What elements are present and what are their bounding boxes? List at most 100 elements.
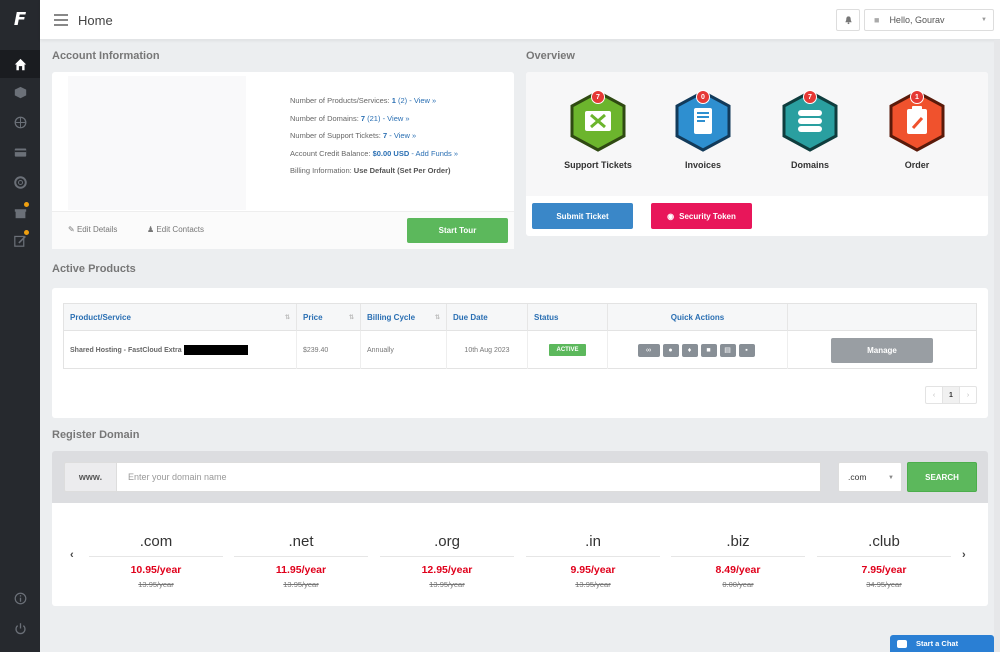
security-token-label: Security Token bbox=[679, 211, 736, 221]
account-card-footer: ✎ Edit Details ♟ Edit Contacts Start Tou… bbox=[52, 211, 514, 249]
domains-view-link[interactable]: - View » bbox=[383, 114, 410, 123]
security-token-button[interactable]: ◉ Security Token bbox=[651, 203, 752, 229]
hamburger-menu-icon[interactable] bbox=[54, 14, 68, 26]
product-name-cell[interactable]: Shared Hosting - FastCloud Extra bbox=[64, 331, 297, 369]
sidebar-item-info[interactable] bbox=[0, 584, 40, 612]
domain-search-button[interactable]: SEARCH bbox=[907, 462, 977, 492]
sidebar-item-affiliates[interactable] bbox=[0, 198, 40, 226]
column-billing-cycle[interactable]: Billing Cycle ⇅ bbox=[361, 304, 447, 331]
domains-total: (21) bbox=[367, 113, 381, 123]
table-header: Product/Service ⇅ Price ⇅ Billing Cycle ⇅ D… bbox=[64, 304, 976, 331]
tickets-view-link[interactable]: - View » bbox=[389, 131, 416, 140]
edit-contacts-link[interactable]: ♟ Edit Contacts bbox=[147, 225, 204, 234]
products-total: (2) bbox=[397, 96, 408, 105]
add-funds-link[interactable]: - Add Funds » bbox=[411, 149, 458, 158]
sidebar-item-domains[interactable] bbox=[0, 108, 40, 136]
drop-icon[interactable]: ● bbox=[662, 343, 679, 357]
hdd-icon[interactable]: ▤ bbox=[719, 343, 736, 357]
column-status[interactable]: Status bbox=[528, 304, 608, 331]
sidebar-item-services[interactable] bbox=[0, 78, 40, 106]
sidebar-item-support[interactable] bbox=[0, 168, 40, 196]
pagination-next[interactable]: › bbox=[960, 387, 976, 403]
overview-domains[interactable]: 7 Domains bbox=[760, 90, 860, 170]
start-tour-button[interactable]: Start Tour bbox=[407, 218, 508, 243]
chevron-down-icon: ▼ bbox=[981, 17, 987, 23]
quick-actions-cell: ∞ ● ♦ ■ ▤ ▪ bbox=[608, 331, 788, 369]
power-icon bbox=[14, 622, 26, 634]
domain-search-input[interactable]: Enter your domain name bbox=[116, 462, 821, 492]
column-product[interactable]: Product/Service ⇅ bbox=[64, 304, 297, 331]
order-hex: 1 bbox=[889, 90, 945, 152]
product-name: Shared Hosting - FastCloud Extra bbox=[70, 346, 182, 354]
edit-details-link[interactable]: ✎ Edit Details bbox=[68, 225, 117, 234]
overview-order[interactable]: 1 Order bbox=[867, 90, 967, 170]
submit-ticket-button[interactable]: Submit Ticket bbox=[532, 203, 633, 229]
due-date-cell: 10th Aug 2023 bbox=[447, 331, 528, 369]
column-status-label: Status bbox=[534, 313, 559, 322]
carousel-prev-arrow[interactable]: ‹ bbox=[70, 549, 74, 561]
user-menu-dropdown[interactable]: ■ Hello, Gourav ▼ bbox=[864, 9, 994, 31]
puzzle-icon[interactable]: ♦ bbox=[681, 343, 698, 357]
account-image-placeholder bbox=[68, 76, 246, 210]
tld-old-price: 13.95/year bbox=[283, 580, 319, 589]
sort-icon: ⇅ bbox=[348, 315, 354, 321]
tld-card-net[interactable]: .net 11.95/year 13.95/year bbox=[234, 533, 368, 589]
billing-label: Billing Information: bbox=[290, 166, 352, 175]
sidebar-item-billing[interactable] bbox=[0, 138, 40, 166]
tld-select[interactable]: .com ▼ bbox=[838, 462, 902, 492]
billing-value: Use Default (Set Per Order) bbox=[353, 166, 451, 175]
overview-invoices[interactable]: 0 Invoices bbox=[653, 90, 753, 170]
tickets-count-row: Number of Support Tickets: 7 - View » bbox=[290, 127, 458, 145]
sort-icon: ⇅ bbox=[284, 315, 290, 321]
products-count-row: Number of Products/Services: 1 (2) - Vie… bbox=[290, 92, 458, 110]
notifications-button[interactable] bbox=[836, 9, 860, 31]
stats-icon[interactable]: ▪ bbox=[738, 343, 755, 357]
sidebar-item-logout[interactable] bbox=[0, 614, 40, 642]
manage-cell: Manage bbox=[788, 331, 976, 369]
overview-heading: Overview bbox=[526, 50, 575, 62]
user-greeting: Hello, Gourav bbox=[889, 15, 945, 25]
tld-old-price: 13.95/year bbox=[138, 580, 174, 589]
overview-support-tickets[interactable]: 7 Support Tickets bbox=[548, 90, 648, 170]
pagination-prev[interactable]: ‹ bbox=[926, 387, 942, 403]
carousel-next-arrow[interactable]: › bbox=[962, 549, 966, 561]
sidebar-item-home[interactable] bbox=[0, 50, 40, 78]
products-label: Number of Products/Services: bbox=[290, 96, 390, 105]
tld-name: .com bbox=[89, 533, 223, 557]
new-indicator-icon bbox=[24, 202, 29, 207]
gift-icon bbox=[14, 208, 26, 218]
domains-count-row: Number of Domains: 7 (21) - View » bbox=[290, 110, 458, 128]
column-quick-actions: Quick Actions bbox=[608, 304, 788, 331]
brand-logo[interactable]: F bbox=[8, 8, 32, 32]
page-scrollbar[interactable] bbox=[994, 40, 1000, 652]
tld-selected-value: .com bbox=[848, 472, 867, 482]
column-price[interactable]: Price ⇅ bbox=[297, 304, 361, 331]
tickets-count: 7 bbox=[382, 131, 388, 140]
tld-card-com[interactable]: .com 10.95/year 13.95/year bbox=[89, 533, 223, 589]
pagination-page[interactable]: 1 bbox=[942, 387, 960, 403]
support-tickets-label: Support Tickets bbox=[564, 160, 632, 170]
products-table: Product/Service ⇅ Price ⇅ Billing Cycle ⇅ D… bbox=[63, 303, 977, 369]
tld-card-org[interactable]: .org 12.95/year 13.95/year bbox=[380, 533, 514, 589]
tickets-label: Number of Support Tickets: bbox=[290, 131, 381, 140]
tld-card-biz[interactable]: .biz 8.49/year 0.00/year bbox=[671, 533, 805, 589]
start-chat-label: Start a Chat bbox=[916, 639, 959, 648]
sort-icon: ⇅ bbox=[434, 315, 440, 321]
chat-bubble-icon bbox=[897, 639, 907, 648]
register-domain-heading: Register Domain bbox=[52, 429, 140, 441]
manage-button[interactable]: Manage bbox=[831, 337, 933, 363]
sidebar-item-orders[interactable] bbox=[0, 226, 40, 254]
tld-price: 10.95/year bbox=[130, 564, 182, 576]
column-billing-label: Billing Cycle bbox=[367, 313, 416, 322]
products-view-link[interactable]: - View » bbox=[409, 96, 436, 105]
status-badge: ACTIVE bbox=[549, 344, 586, 356]
domains-badge: 7 bbox=[803, 90, 817, 104]
start-chat-button[interactable]: Start a Chat bbox=[890, 635, 994, 652]
support-tickets-hex: 7 bbox=[570, 90, 626, 152]
column-due-date[interactable]: Due Date bbox=[447, 304, 528, 331]
tld-card-club[interactable]: .club 7.95/year 34.95/year bbox=[817, 533, 951, 589]
link-icon[interactable]: ∞ bbox=[637, 343, 660, 357]
lock-icon[interactable]: ■ bbox=[700, 343, 717, 357]
tld-card-in[interactable]: .in 9.95/year 13.95/year bbox=[526, 533, 660, 589]
pagination: ‹ 1 › bbox=[925, 386, 977, 404]
